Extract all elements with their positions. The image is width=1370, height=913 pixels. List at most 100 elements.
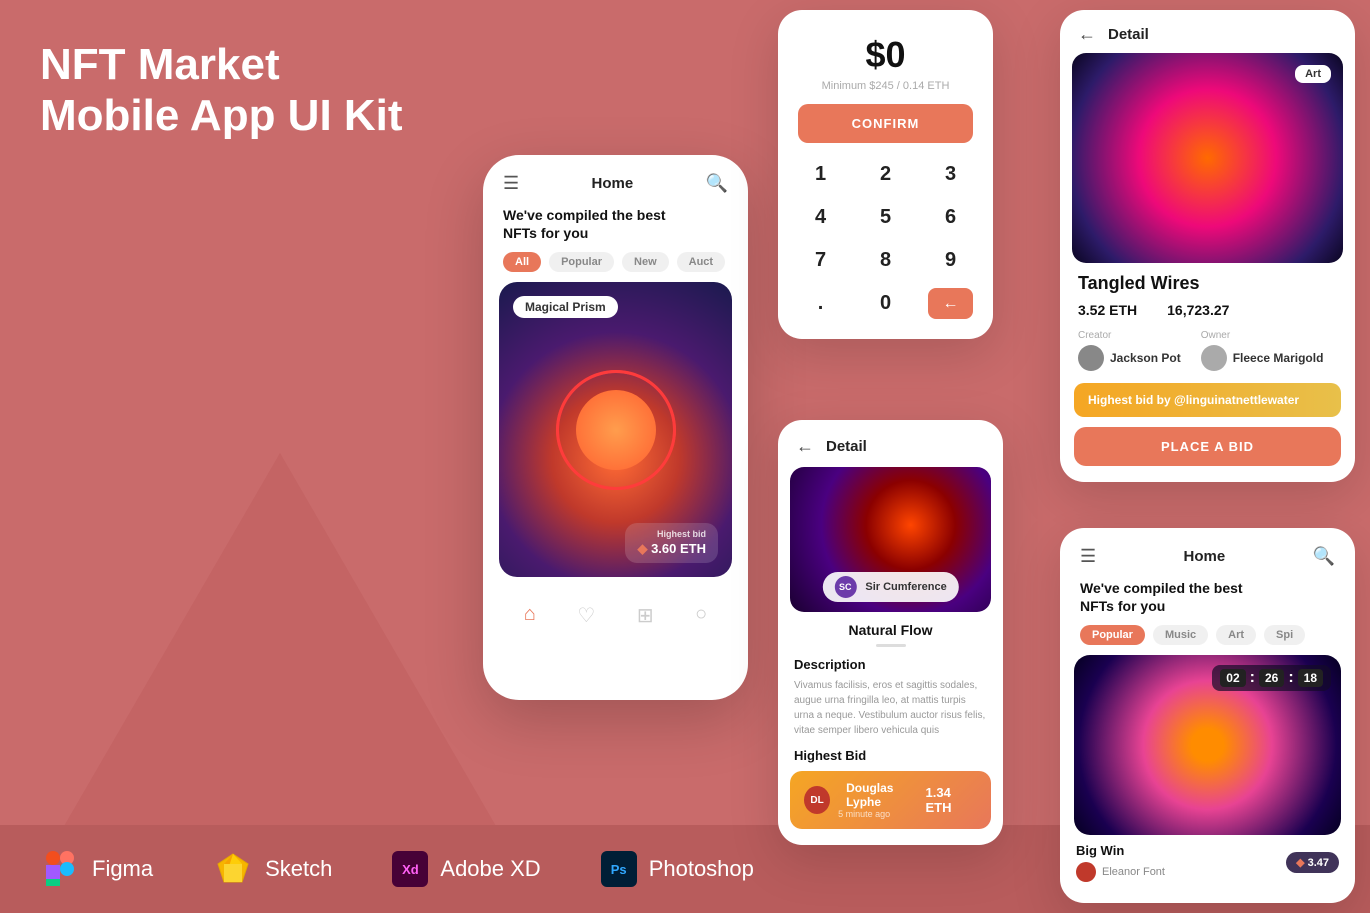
hamburger-br-icon[interactable]: ☰ <box>1080 546 1096 567</box>
bid-row: DL Douglas Lyphe 5 minute ago 1.34 ETH <box>790 771 991 829</box>
creator-label: Creator <box>1078 330 1181 341</box>
numpad-panel: $0 Minimum $245 / 0.14 ETH CONFIRM 1 2 3… <box>778 10 993 339</box>
sketch-label: Sketch <box>265 856 332 882</box>
phone-main: ☰ Home 🔍 We've compiled the bestNFTs for… <box>483 155 748 700</box>
phone-main-card: Magical Prism Highest bid ◆ 3.60 ETH <box>499 282 732 577</box>
key-6[interactable]: 6 <box>928 202 973 233</box>
tool-adobexd: Xd Adobe XD <box>392 851 540 887</box>
creator-info: Jackson Pot <box>1078 345 1181 371</box>
back-arrow-icon[interactable]: ← <box>796 436 814 457</box>
place-bid-button[interactable]: PLACE A BID <box>1074 427 1341 466</box>
detail-right-header: ← Detail <box>1060 10 1355 53</box>
key-2[interactable]: 2 <box>863 159 908 190</box>
tab-all[interactable]: All <box>503 252 541 272</box>
numpad-grid: 1 2 3 4 5 6 7 8 9 . 0 ← <box>798 159 973 319</box>
owner-info: Fleece Marigold <box>1201 345 1324 371</box>
tool-photoshop: Ps Photoshop <box>601 851 754 887</box>
card-bid: Highest bid ◆ 3.60 ETH <box>625 523 718 563</box>
owner-name: Fleece Marigold <box>1233 351 1324 365</box>
small-card-left: Big Win Eleanor Font <box>1076 843 1165 882</box>
eth-icon: ◆ <box>637 541 647 556</box>
hamburger-icon[interactable]: ☰ <box>503 173 519 194</box>
owner-avatar <box>1201 345 1227 371</box>
bid-value: ◆ 3.60 ETH <box>637 541 706 557</box>
detail-panel-mid: ← Detail SC Sir Cumference Natural Flow … <box>778 420 1003 845</box>
adobexd-label: Adobe XD <box>440 856 540 882</box>
timer-s: 18 <box>1298 669 1323 687</box>
timer-h: 02 <box>1220 669 1245 687</box>
sc-badge: SC Sir Cumference <box>822 572 958 602</box>
highest-bid-title: Highest Bid <box>778 748 1003 763</box>
key-5[interactable]: 5 <box>863 202 908 233</box>
detail-mid-image: SC Sir Cumference <box>790 467 991 612</box>
tool-sketch: Sketch <box>213 849 332 889</box>
eth-val1: 3.52 ETH <box>1078 302 1137 318</box>
tab-br-art[interactable]: Art <box>1216 625 1256 645</box>
sketch-icon <box>213 849 253 889</box>
small-avatar <box>1076 862 1096 882</box>
confirm-button[interactable]: CONFIRM <box>798 104 973 143</box>
sc-avatar: SC <box>834 576 856 598</box>
nav-cart[interactable]: ⊞ <box>637 603 654 628</box>
timer-m: 26 <box>1259 669 1284 687</box>
phone-main-tabs: All Popular New Auct <box>483 252 748 282</box>
highest-bid-bar: Highest bid by @linguinatnettlewater <box>1074 383 1341 417</box>
artwork-galaxy <box>1072 53 1343 263</box>
bid-name: Douglas Lyphe <box>846 781 925 809</box>
key-0[interactable]: 0 <box>863 288 908 319</box>
phone-main-title: Home <box>592 175 634 192</box>
detail-mid-name: Natural Flow <box>778 622 1003 638</box>
key-1[interactable]: 1 <box>798 159 843 190</box>
owner-label: Owner <box>1201 330 1324 341</box>
tab-new[interactable]: New <box>622 252 669 272</box>
bid-time: 5 minute ago <box>838 809 925 819</box>
bid-avatar: DL <box>804 786 830 814</box>
small-card-row: Big Win Eleanor Font ◆ 3.47 <box>1060 843 1355 882</box>
tab-popular[interactable]: Popular <box>549 252 614 272</box>
detail-mid-header: ← Detail <box>778 420 1003 467</box>
creator-name: Jackson Pot <box>1110 351 1181 365</box>
numpad-min: Minimum $245 / 0.14 ETH <box>798 80 973 92</box>
photoshop-label: Photoshop <box>649 856 754 882</box>
key-dot[interactable]: . <box>798 288 843 319</box>
bid-label: Highest bid <box>637 529 706 539</box>
bid-amount: 1.34 ETH <box>926 785 978 815</box>
key-8[interactable]: 8 <box>863 245 908 276</box>
key-3[interactable]: 3 <box>928 159 973 190</box>
figma-icon <box>40 849 80 889</box>
key-backspace[interactable]: ← <box>928 288 973 319</box>
eth-row: 3.52 ETH 16,723.27 <box>1060 302 1355 318</box>
eth-diamond-icon: ◆ <box>1296 857 1308 869</box>
phone-br-subtitle: We've compiled the bestNFTs for you <box>1060 575 1355 625</box>
key-7[interactable]: 7 <box>798 245 843 276</box>
detail-mid-title: Detail <box>826 438 867 455</box>
phone-br-title: Home <box>1184 548 1226 565</box>
bg-decoration <box>60 453 500 833</box>
key-4[interactable]: 4 <box>798 202 843 233</box>
tab-auct[interactable]: Auct <box>677 252 725 272</box>
numpad-amount: $0 <box>798 34 973 76</box>
tab-br-popular[interactable]: Popular <box>1080 625 1145 645</box>
nav-favorites[interactable]: ♡ <box>577 603 595 628</box>
creator-avatar <box>1078 345 1104 371</box>
nav-profile[interactable]: ○ <box>695 603 707 628</box>
detail-right-title: Detail <box>1108 26 1149 43</box>
search-icon[interactable]: 🔍 <box>706 173 728 194</box>
key-9[interactable]: 9 <box>928 245 973 276</box>
phone-br-card: 02 : 26 : 18 <box>1074 655 1341 835</box>
nav-home[interactable]: ⌂ <box>524 603 536 628</box>
small-eth-badge: ◆ 3.47 <box>1286 852 1339 873</box>
tab-br-music[interactable]: Music <box>1153 625 1208 645</box>
scroll-hint <box>876 644 906 647</box>
nft-title-right: Tangled Wires <box>1060 263 1355 302</box>
back-arrow-right-icon[interactable]: ← <box>1078 24 1096 45</box>
desc-title: Description <box>778 657 1003 672</box>
detail-panel-right: ← Detail Art Tangled Wires 3.52 ETH 16,7… <box>1060 10 1355 482</box>
tab-br-spi[interactable]: Spi <box>1264 625 1305 645</box>
eth-val2: 16,723.27 <box>1167 302 1229 318</box>
phone-br-header: ☰ Home 🔍 <box>1060 528 1355 575</box>
creator-item: Creator Jackson Pot <box>1078 330 1181 371</box>
search-br-icon[interactable]: 🔍 <box>1313 546 1335 567</box>
phone-main-header: ☰ Home 🔍 <box>483 155 748 202</box>
small-creator-name: Eleanor Font <box>1102 866 1165 878</box>
